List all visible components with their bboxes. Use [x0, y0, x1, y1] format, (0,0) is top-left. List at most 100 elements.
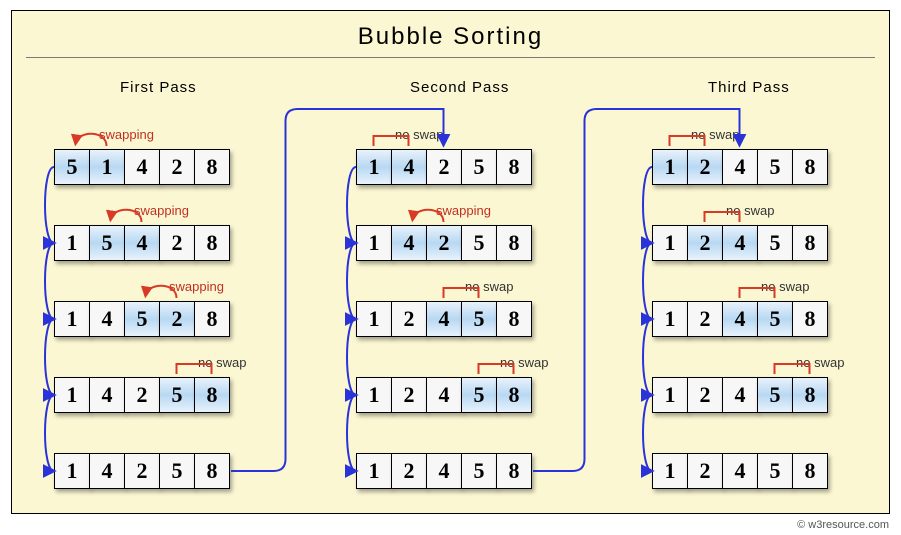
array-cell: 5 [757, 225, 793, 261]
array-cell: 5 [461, 453, 497, 489]
array-cell: 4 [722, 301, 758, 337]
noswap-label: no swap [395, 127, 443, 142]
array-row: 14258 [54, 453, 230, 489]
array-cell: 1 [652, 453, 688, 489]
array-cell: 2 [159, 149, 195, 185]
diagram-frame: Bubble Sorting First Pass51428swapping15… [11, 10, 890, 514]
array-cell: 8 [496, 225, 532, 261]
array-cell: 8 [194, 377, 230, 413]
array-cell: 5 [757, 149, 793, 185]
canvas: Bubble Sorting First Pass51428swapping15… [0, 0, 901, 535]
array-cell: 8 [496, 377, 532, 413]
array-cell: 4 [426, 453, 462, 489]
array-cell: 8 [496, 453, 532, 489]
array-row: 14258 [356, 149, 532, 185]
divider [26, 57, 875, 58]
array-cell: 8 [792, 453, 828, 489]
array-row: 15428 [54, 225, 230, 261]
array-cell: 8 [496, 301, 532, 337]
column-title: Third Pass [708, 79, 790, 96]
array-cell: 5 [461, 225, 497, 261]
array-cell: 5 [89, 225, 125, 261]
array-cell: 1 [652, 377, 688, 413]
page-title: Bubble Sorting [12, 23, 889, 51]
array-row: 12458 [652, 225, 828, 261]
array-cell: 4 [89, 301, 125, 337]
array-cell: 1 [356, 453, 392, 489]
array-cell: 4 [722, 225, 758, 261]
array-cell: 2 [687, 149, 723, 185]
array-row: 14258 [54, 377, 230, 413]
array-cell: 2 [687, 453, 723, 489]
array-cell: 4 [124, 225, 160, 261]
array-cell: 8 [194, 453, 230, 489]
array-row: 12458 [652, 301, 828, 337]
array-cell: 1 [54, 377, 90, 413]
noswap-label: no swap [726, 203, 774, 218]
array-cell: 5 [461, 149, 497, 185]
array-cell: 8 [792, 377, 828, 413]
array-cell: 2 [391, 377, 427, 413]
array-cell: 1 [54, 453, 90, 489]
array-cell: 8 [792, 301, 828, 337]
array-cell: 5 [461, 377, 497, 413]
array-cell: 4 [426, 377, 462, 413]
array-cell: 4 [391, 225, 427, 261]
array-cell: 5 [757, 301, 793, 337]
array-cell: 2 [687, 225, 723, 261]
array-cell: 4 [391, 149, 427, 185]
swap-label: swapping [436, 203, 491, 218]
array-cell: 8 [496, 149, 532, 185]
noswap-label: no swap [761, 279, 809, 294]
array-cell: 5 [159, 377, 195, 413]
array-row: 12458 [356, 301, 532, 337]
array-cell: 2 [124, 377, 160, 413]
copyright: © w3resource.com [797, 519, 889, 531]
column-title: Second Pass [410, 79, 509, 96]
array-cell: 8 [792, 225, 828, 261]
array-cell: 4 [89, 377, 125, 413]
array-cell: 5 [757, 377, 793, 413]
noswap-label: no swap [796, 355, 844, 370]
array-row: 12458 [652, 453, 828, 489]
swap-label: swapping [99, 127, 154, 142]
array-row: 12458 [356, 453, 532, 489]
array-row: 14528 [54, 301, 230, 337]
array-cell: 2 [391, 453, 427, 489]
array-row: 51428 [54, 149, 230, 185]
array-cell: 2 [159, 301, 195, 337]
array-cell: 4 [722, 453, 758, 489]
array-cell: 2 [159, 225, 195, 261]
array-cell: 1 [54, 301, 90, 337]
array-cell: 4 [89, 453, 125, 489]
array-cell: 5 [757, 453, 793, 489]
noswap-label: no swap [198, 355, 246, 370]
array-cell: 2 [391, 301, 427, 337]
array-cell: 5 [54, 149, 90, 185]
array-cell: 1 [652, 149, 688, 185]
array-cell: 1 [356, 301, 392, 337]
noswap-label: no swap [691, 127, 739, 142]
array-row: 12458 [356, 377, 532, 413]
array-cell: 8 [792, 149, 828, 185]
array-cell: 5 [461, 301, 497, 337]
array-cell: 2 [124, 453, 160, 489]
column-title: First Pass [120, 79, 197, 96]
array-cell: 5 [159, 453, 195, 489]
array-cell: 1 [652, 225, 688, 261]
array-cell: 1 [652, 301, 688, 337]
array-cell: 1 [54, 225, 90, 261]
array-cell: 2 [426, 225, 462, 261]
array-cell: 4 [722, 149, 758, 185]
swap-label: swapping [169, 279, 224, 294]
array-cell: 2 [426, 149, 462, 185]
array-cell: 8 [194, 225, 230, 261]
array-row: 12458 [652, 149, 828, 185]
array-cell: 4 [426, 301, 462, 337]
array-cell: 2 [687, 377, 723, 413]
array-cell: 8 [194, 149, 230, 185]
array-cell: 4 [722, 377, 758, 413]
array-cell: 4 [124, 149, 160, 185]
array-cell: 1 [89, 149, 125, 185]
noswap-label: no swap [465, 279, 513, 294]
